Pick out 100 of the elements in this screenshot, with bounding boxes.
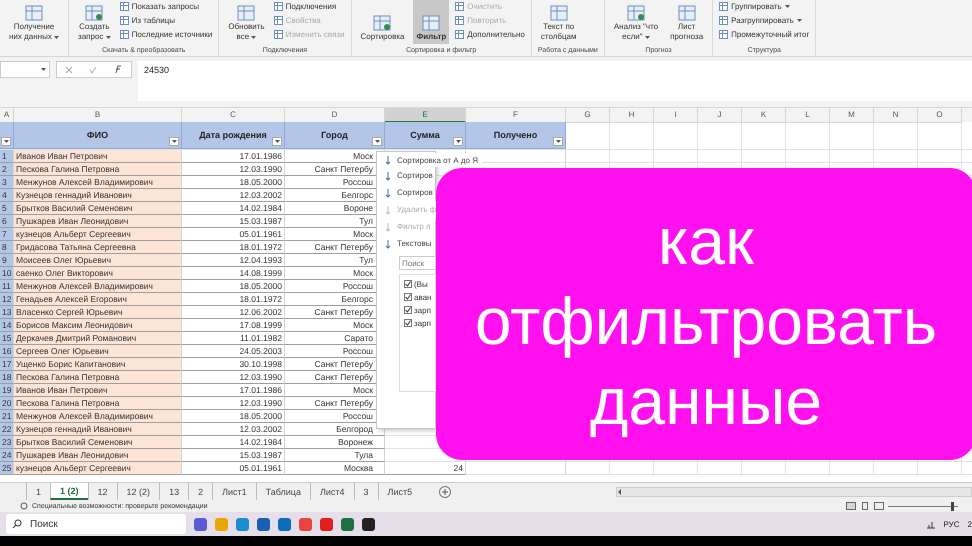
table-cell: 24: [385, 462, 466, 475]
network-icon[interactable]: [926, 519, 936, 529]
check-icon: [405, 294, 411, 300]
horizontal-scrollbar[interactable]: [616, 486, 972, 496]
ribbon-button[interactable]: Подключения: [274, 0, 345, 12]
table-cell: Брытков Василий Семенович: [14, 202, 182, 215]
table-cell: Пескова Галина Петровна: [14, 371, 182, 384]
caret-icon: [41, 68, 46, 71]
table-cell: 15.03.1987: [182, 449, 285, 462]
check-icon[interactable]: [89, 66, 97, 74]
filter-value[interactable]: (Вы: [404, 278, 428, 290]
ribbon-button[interactable]: Получение них данных: [6, 0, 62, 44]
caret-icon: [106, 36, 111, 39]
title-text: как отфильтровать данные: [474, 203, 938, 440]
formula-input[interactable]: 24530: [138, 61, 972, 101]
slider-thumb[interactable]: [951, 502, 954, 510]
caret-icon: [251, 36, 256, 39]
menu-item[interactable]: Сортировка от А до Я: [377, 153, 482, 167]
table-cell: 18.05.2000: [182, 176, 285, 189]
table-cell: 12.03.1990: [182, 163, 285, 176]
column-header[interactable]: E: [385, 108, 466, 123]
sheet-tab[interactable]: 1 (2): [50, 483, 88, 500]
table-cell: 05.01.1961: [182, 462, 285, 475]
table-cell: 7: [0, 228, 14, 241]
page-layout-icon[interactable]: [860, 502, 870, 510]
ribbon-button[interactable]: Из таблицы: [120, 14, 212, 26]
ribbon-button[interactable]: Промежуточный итог: [719, 28, 810, 40]
column-header[interactable]: N: [874, 108, 918, 123]
menu-item[interactable]: Текстовы: [377, 235, 432, 252]
checkbox[interactable]: [404, 306, 412, 314]
table-cell: 2: [0, 163, 14, 176]
ribbon-button[interactable]: Сортировка: [358, 0, 408, 44]
filter-button[interactable]: [1, 137, 11, 146]
ribbon-button[interactable]: Анализ "что если": [610, 0, 662, 44]
accessibility-icon: [20, 502, 28, 510]
column-header[interactable]: G: [566, 108, 610, 123]
table-cell: 8: [0, 241, 14, 254]
checkbox[interactable]: [404, 293, 412, 301]
table-cell: 1: [0, 150, 14, 163]
table-cell: 10: [0, 267, 14, 280]
app-icon[interactable]: [362, 518, 375, 530]
filter-button[interactable]: [272, 137, 282, 146]
ribbon-button[interactable]: Последние источники: [120, 28, 212, 40]
caret-icon: [556, 140, 560, 143]
table-cell: Воронеж: [285, 436, 385, 449]
column-header[interactable]: L: [786, 108, 830, 123]
filter-button[interactable]: [169, 137, 179, 146]
language-indicator[interactable]: РУС: [944, 520, 960, 528]
column-header[interactable]: I: [654, 108, 698, 123]
column-header[interactable]: H: [610, 108, 654, 123]
column-title: Город: [321, 130, 348, 140]
checkbox[interactable]: [404, 319, 412, 327]
command-icon: [455, 30, 464, 38]
menu-item[interactable]: Сортиров: [377, 167, 433, 184]
column-title: ФИО: [86, 130, 108, 140]
column-header[interactable]: K: [742, 108, 786, 123]
function-icon[interactable]: [113, 65, 123, 74]
value-label: (Вы: [414, 280, 428, 288]
table-cell: 3: [0, 176, 14, 189]
value-label: зарп: [414, 318, 431, 328]
table-cell: 14.08.1999: [182, 267, 285, 280]
ribbon-button[interactable]: Показать запросы: [120, 0, 212, 12]
command-icon: [24, 4, 44, 22]
table-cell: 14: [0, 319, 14, 332]
ribbon-button[interactable]: Текст по столбцам: [538, 0, 580, 44]
search-field[interactable]: Поиск: [399, 256, 436, 270]
column-header[interactable]: O: [918, 108, 962, 123]
table-cell: 24: [0, 449, 14, 462]
table-cell: Ущенко Борис Капитанович: [14, 358, 182, 371]
add-sheet-button[interactable]: [439, 486, 452, 498]
column-header[interactable]: M: [830, 108, 874, 123]
table-cell: Кузнецов геннадий Иванович: [14, 423, 182, 436]
filter-value[interactable]: аван: [404, 291, 432, 303]
ribbon-button[interactable]: Лист прогноза: [667, 0, 706, 44]
filter-button[interactable]: [453, 137, 463, 146]
filter-value[interactable]: зарп: [404, 317, 431, 329]
caret-icon: [172, 140, 176, 143]
column-header[interactable]: J: [698, 108, 742, 123]
table-cell: Менжунов Алексей Владимирович: [14, 176, 182, 189]
ribbon-button[interactable]: Фильтр: [413, 0, 450, 44]
value-label: зарп: [414, 306, 431, 314]
table-cell: 12.03.2002: [182, 423, 285, 436]
menu-item[interactable]: Сортиров: [377, 184, 433, 201]
table-cell: 23: [0, 436, 14, 449]
page-break-icon[interactable]: [874, 502, 884, 510]
ribbon-button[interactable]: Создать запрос: [75, 0, 114, 44]
ribbon-button[interactable]: Разгруппировать: [719, 14, 810, 26]
clock-text[interactable]: 2: [968, 520, 972, 528]
checkbox[interactable]: [404, 280, 412, 288]
filter-value[interactable]: зарп: [404, 304, 431, 316]
caret-icon: [374, 140, 380, 143]
filter-button[interactable]: [372, 137, 382, 146]
normal-view-icon[interactable]: [846, 502, 856, 510]
taskbar-search[interactable]: Поиск: [6, 514, 186, 534]
command-icon: [421, 14, 442, 32]
ribbon-button[interactable]: Дополнительно: [455, 28, 525, 40]
filter-button[interactable]: [553, 137, 563, 146]
ribbon-button[interactable]: Группировать: [719, 0, 810, 12]
table-cell: 30.10.1998: [182, 358, 285, 371]
ribbon-button[interactable]: Обновить все: [225, 0, 268, 44]
